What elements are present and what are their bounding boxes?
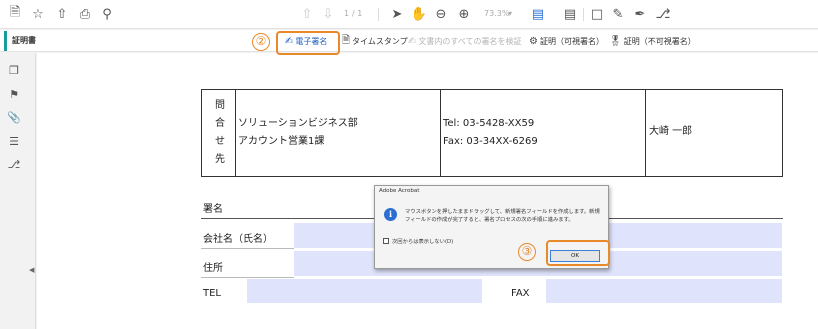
page-layout-icon[interactable]: ▤	[529, 5, 547, 23]
certify-invisible-icon: 🎖	[609, 35, 622, 47]
row-divider	[201, 277, 294, 278]
layers-icon[interactable]: ☰	[7, 134, 21, 148]
certify-invisible-label: 証明（不可視署名）	[623, 36, 696, 46]
section-name: アカウント営業1課	[238, 136, 325, 147]
verify-signatures-button[interactable]: ✍ 文書内のすべての署名を検証	[408, 34, 522, 48]
certify-visible-icon: ⚙	[529, 35, 538, 47]
fax-field[interactable]	[546, 279, 782, 303]
fax-number: Fax: 03-34XX-6269	[443, 136, 538, 147]
timestamp-button[interactable]: 🗎 タイムスタンプ	[342, 34, 408, 48]
toolbar-divider	[378, 8, 379, 21]
left-navigation-pane: ❐ ⚑ 📎 ☰ ⎇ ◀	[0, 53, 36, 329]
checkbox-box[interactable]	[383, 238, 389, 244]
zoom-level[interactable]: 73.3%	[484, 9, 509, 19]
certify-visible-label: 証明（可視署名）	[539, 36, 604, 46]
search-icon[interactable]: ⚲	[98, 5, 116, 23]
bookmark-star-icon[interactable]: ☆	[29, 5, 47, 23]
callout-highlight-digital-sign	[276, 31, 340, 55]
tel-field[interactable]	[247, 279, 482, 303]
company-label: 会社名（氏名）	[203, 234, 273, 245]
verify-pen-icon: ✍	[408, 35, 417, 47]
timestamp-label: タイムスタンプ	[352, 36, 408, 46]
bookmarks-icon[interactable]: ⚑	[7, 87, 21, 101]
pen-icon[interactable]: ✎	[609, 5, 627, 23]
verify-signatures-label: 文書内のすべての署名を検証	[418, 36, 522, 46]
address-label: 住所	[203, 263, 223, 274]
callout-number-2: ②	[252, 33, 270, 51]
certificate-toolbar: 証明書 ✍ 電子署名 🗎 タイムスタンプ ✍ 文書内のすべての署名を検証 ⚙ 証…	[0, 30, 818, 52]
comment-icon[interactable]: □	[588, 5, 606, 23]
department-name: ソリューションビジネス部	[238, 118, 358, 129]
create-document-icon[interactable]: 🗎	[6, 5, 24, 23]
fax-label: FAX	[511, 288, 530, 299]
dialog-title: Adobe Acrobat	[379, 188, 420, 194]
tel-number: Tel: 03-5428-XX59	[443, 118, 535, 129]
callout-number-3: ③	[518, 243, 536, 261]
main-toolbar: 🗎 ☆ ⇧ ⎙ ⚲ ⇧ ⇩ 1 / 1 ➤ ✋ ⊖ ⊕ 73.3% ▾ ▤ ▤ …	[0, 0, 818, 29]
hand-tool-icon[interactable]: ✋	[410, 5, 428, 23]
page-down-icon[interactable]: ⇩	[319, 5, 337, 23]
page-current[interactable]: 1	[344, 9, 349, 19]
attachments-icon[interactable]: 📎	[7, 110, 21, 124]
zoom-dropdown-icon[interactable]: ▾	[508, 9, 512, 19]
collapse-pane-icon[interactable]: ◀	[29, 266, 34, 274]
certify-invisible-button[interactable]: 🎖 証明（不可視署名）	[609, 34, 696, 48]
scroll-mode-icon[interactable]: ▤	[561, 5, 579, 23]
tag-icon[interactable]: ⎇	[654, 5, 672, 23]
signature-section-title: 署名	[203, 204, 223, 215]
toolbar-divider	[583, 8, 584, 21]
zoom-out-icon[interactable]: ⊖	[432, 5, 450, 23]
print-icon[interactable]: ⎙	[76, 5, 94, 23]
contact-label: 問 合 せ 先	[215, 97, 227, 169]
row-divider	[201, 248, 294, 249]
contact-label-char: 先	[215, 154, 225, 165]
contact-label-char: 問	[215, 100, 225, 111]
page-up-icon[interactable]: ⇧	[298, 5, 316, 23]
dialog-message: マウスボタンを押したままドラッグして、新規署名フィールドを作成します。新規フィー…	[405, 209, 600, 223]
contact-label-cell: 問 合 せ 先	[202, 90, 236, 176]
callout-highlight-ok	[546, 240, 610, 266]
fill-sign-icon[interactable]: ✒	[631, 5, 649, 23]
tool-accent-bar	[4, 31, 7, 51]
contact-label-char: せ	[215, 136, 225, 147]
page-total: / 1	[352, 9, 363, 18]
dont-show-again-checkbox[interactable]: 次回からは表示しない(D)	[383, 237, 453, 245]
timestamp-icon: 🗎	[342, 34, 351, 46]
contact-person: 大崎 一郎	[649, 126, 693, 137]
zoom-in-icon[interactable]: ⊕	[455, 5, 473, 23]
contact-label-char: 合	[215, 118, 225, 129]
certify-visible-button[interactable]: ⚙ 証明（可視署名）	[529, 34, 604, 48]
select-cursor-icon[interactable]: ➤	[388, 5, 406, 23]
info-icon: i	[384, 208, 397, 221]
tel-label: TEL	[203, 288, 221, 299]
tool-title: 証明書	[12, 36, 36, 45]
checkbox-label: 次回からは表示しない(D)	[392, 239, 454, 245]
page-thumbnails-icon[interactable]: ❐	[7, 63, 21, 77]
upload-icon[interactable]: ⇧	[53, 5, 71, 23]
contact-table: 問 合 せ 先 ソリューションビジネス部 アカウント営業1課 Tel: 03-5…	[201, 89, 783, 177]
tags-icon[interactable]: ⎇	[7, 157, 21, 171]
